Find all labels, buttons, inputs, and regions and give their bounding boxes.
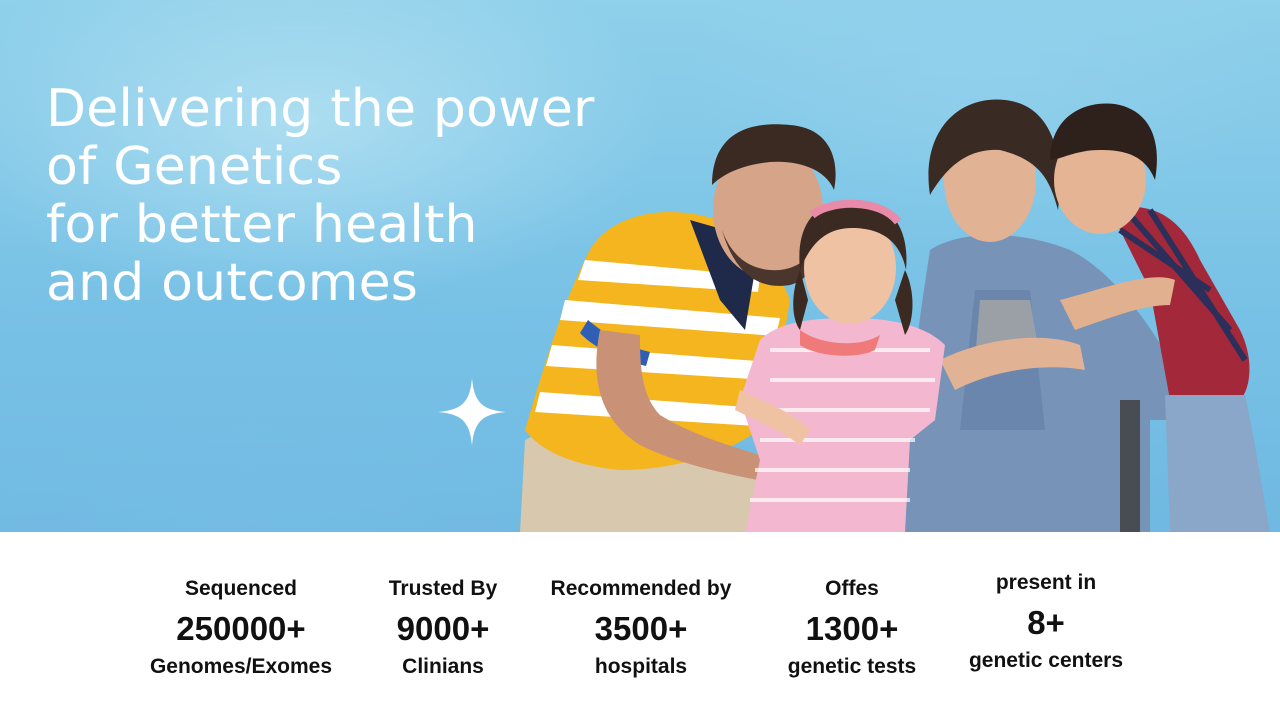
stat-genomes: Sequenced 250000+ Genomes/Exomes [130, 576, 352, 680]
stat-clinicians-label: Trusted By [388, 577, 498, 600]
stat-genomes-number: 250000+ [176, 610, 306, 647]
stat-tests: Offes 1300+ genetic tests [770, 576, 934, 680]
hero-banner: Delivering the power of Genetics for bet… [0, 0, 1280, 532]
stat-tests-label: Offes [825, 577, 879, 600]
stat-clinicians-number: 9000+ [396, 610, 490, 647]
stat-hospitals-caption: hospitals [594, 655, 688, 678]
stat-tests-number: 1300+ [805, 610, 899, 647]
stat-tests-caption: genetic tests [787, 655, 917, 678]
family-photo [520, 99, 1270, 532]
stat-clinicians: Trusted By 9000+ Clinians [368, 576, 518, 680]
stat-clinicians-caption: Clinians [402, 655, 484, 678]
stat-genomes-label: Sequenced [184, 577, 298, 600]
stat-centers-number: 8+ [1027, 604, 1065, 641]
stat-centers: present in 8+ genetic centers [948, 570, 1144, 674]
stat-centers-label: present in [995, 571, 1097, 594]
stat-hospitals-number: 3500+ [594, 610, 688, 647]
stats-section: Sequenced 250000+ Genomes/Exomes Trusted… [0, 532, 1280, 720]
stat-hospitals-label: Recommended by [550, 577, 732, 600]
stat-centers-caption: genetic centers [968, 649, 1124, 672]
stat-genomes-caption: Genomes/Exomes [149, 655, 333, 678]
stat-hospitals: Recommended by 3500+ hospitals [530, 576, 752, 680]
